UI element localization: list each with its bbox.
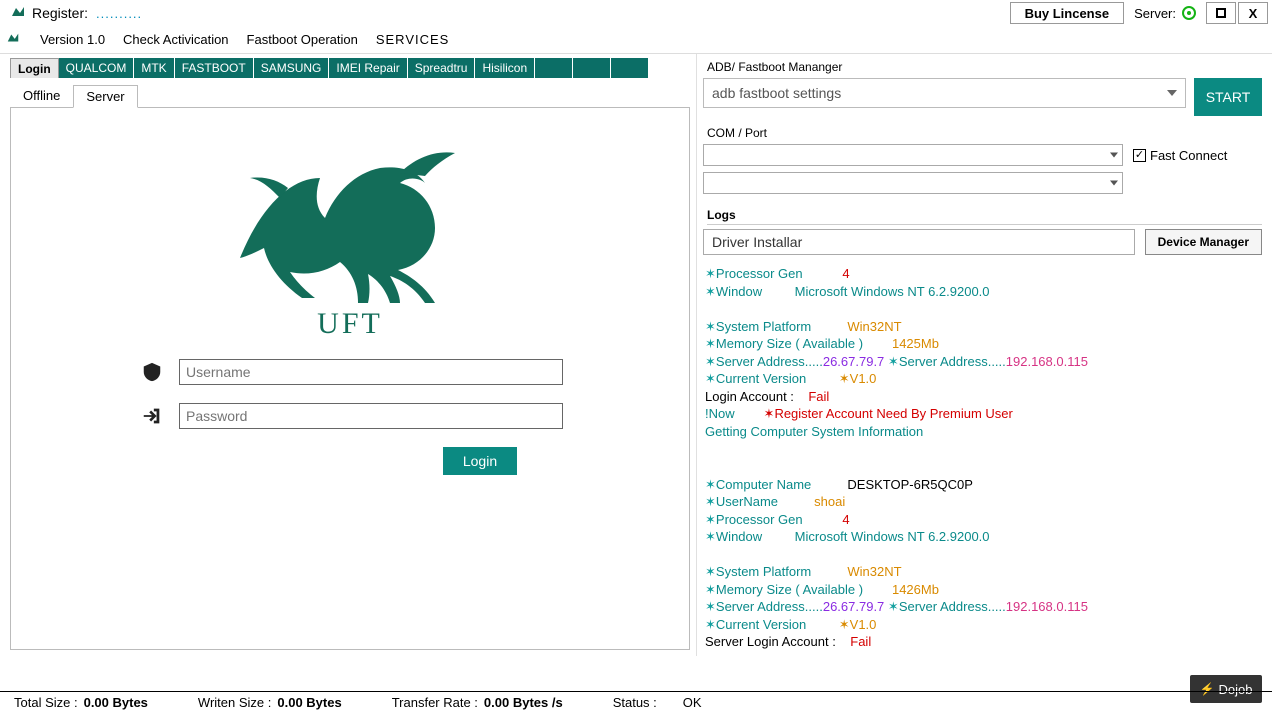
tab-empty-1[interactable]	[535, 58, 573, 78]
footer-wrap: Total Size :0.00 Bytes Writen Size :0.00…	[0, 691, 1272, 713]
logs-combo[interactable]: Driver Installar	[703, 229, 1135, 255]
footer-total: Total Size :0.00 Bytes	[14, 695, 148, 710]
tab-fastboot[interactable]: FASTBOOT	[175, 58, 254, 78]
sub-tabbar: Offline Server	[10, 84, 690, 108]
start-button[interactable]: START	[1194, 78, 1262, 116]
right-pane: ADB/ Fastboot Mananger adb fastboot sett…	[697, 54, 1272, 656]
menu-version[interactable]: Version 1.0	[40, 32, 105, 47]
footer-rate: Transfer Rate :0.00 Bytes /s	[392, 695, 563, 710]
adb-row: adb fastboot settings START	[703, 78, 1262, 116]
maximize-button[interactable]	[1206, 2, 1236, 24]
chevron-down-icon	[1110, 181, 1118, 186]
com-port-combo-1[interactable]	[703, 144, 1123, 166]
logs-row: Driver Installar Device Manager	[703, 229, 1262, 255]
tab-spreadtru[interactable]: Spreadtru	[408, 58, 476, 78]
app-icon-small	[6, 31, 20, 48]
left-pane: Login QUALCOM MTK FASTBOOT SAMSUNG IMEI …	[0, 54, 696, 656]
logo: UFT	[220, 128, 480, 341]
login-panel: UFT Login	[10, 108, 690, 650]
username-input[interactable]	[179, 359, 563, 385]
subtab-offline[interactable]: Offline	[10, 84, 73, 107]
logs-label: Logs	[707, 208, 1262, 225]
adb-settings-combo[interactable]: adb fastboot settings	[703, 78, 1186, 108]
device-manager-button[interactable]: Device Manager	[1145, 229, 1262, 255]
footer: Total Size :0.00 Bytes Writen Size :0.00…	[0, 691, 1272, 713]
titlebar: Register: .......... Buy Lincense Server…	[0, 0, 1272, 26]
register-dots: ..........	[96, 6, 142, 21]
tab-imei-repair[interactable]: IMEI Repair	[329, 58, 407, 78]
app-icon	[10, 4, 26, 23]
tab-empty-3[interactable]	[611, 58, 649, 78]
footer-status: Status :OK	[613, 695, 702, 710]
username-row	[137, 359, 563, 385]
dragon-icon	[220, 138, 480, 308]
chevron-down-icon	[1167, 90, 1177, 96]
buy-license-button[interactable]: Buy Lincense	[1010, 2, 1125, 24]
main-tabbar: Login QUALCOM MTK FASTBOOT SAMSUNG IMEI …	[10, 58, 690, 78]
logs-combo-value: Driver Installar	[712, 234, 802, 250]
footer-writen: Writen Size :0.00 Bytes	[198, 695, 342, 710]
menu-fastboot-operation[interactable]: Fastboot Operation	[247, 32, 358, 47]
adb-settings-value: adb fastboot settings	[712, 85, 841, 101]
login-button[interactable]: Login	[443, 447, 517, 475]
com-port-label: COM / Port	[707, 126, 1262, 140]
logo-text: UFT	[220, 307, 480, 341]
checkbox-checked-icon: ✓	[1133, 149, 1146, 162]
adb-label: ADB/ Fastboot Mananger	[707, 60, 1262, 74]
com-port-row-1: ✓ Fast Connect	[703, 144, 1262, 166]
main: Login QUALCOM MTK FASTBOOT SAMSUNG IMEI …	[0, 54, 1272, 656]
fast-connect-label: Fast Connect	[1150, 148, 1227, 163]
subtab-server[interactable]: Server	[73, 85, 137, 108]
fast-connect-checkbox[interactable]: ✓ Fast Connect	[1133, 148, 1227, 163]
tab-hisilicon[interactable]: Hisilicon	[475, 58, 535, 78]
tab-mtk[interactable]: MTK	[134, 58, 174, 78]
com-port-combo-2[interactable]	[703, 172, 1123, 194]
menu-services[interactable]: SERVICES	[376, 32, 450, 47]
login-arrow-icon	[137, 405, 167, 427]
log-output: ✶Processor Gen 4 ✶Window Microsoft Windo…	[703, 265, 1262, 651]
tab-login[interactable]: Login	[10, 58, 59, 78]
server-status-icon	[1182, 6, 1196, 20]
tab-empty-2[interactable]	[573, 58, 611, 78]
menu-check-activation[interactable]: Check Activication	[123, 32, 229, 47]
tab-qualcom[interactable]: QUALCOM	[59, 58, 135, 78]
password-row	[137, 403, 563, 429]
close-button[interactable]: X	[1238, 2, 1268, 24]
register-label: Register:	[32, 5, 88, 21]
menubar: Version 1.0 Check Activication Fastboot …	[0, 26, 1272, 54]
password-input[interactable]	[179, 403, 563, 429]
chevron-down-icon	[1110, 153, 1118, 158]
com-port-row-2	[703, 172, 1262, 194]
shield-icon	[137, 361, 167, 383]
close-icon: X	[1249, 6, 1258, 21]
tab-samsung[interactable]: SAMSUNG	[254, 58, 330, 78]
server-label: Server:	[1134, 6, 1176, 21]
